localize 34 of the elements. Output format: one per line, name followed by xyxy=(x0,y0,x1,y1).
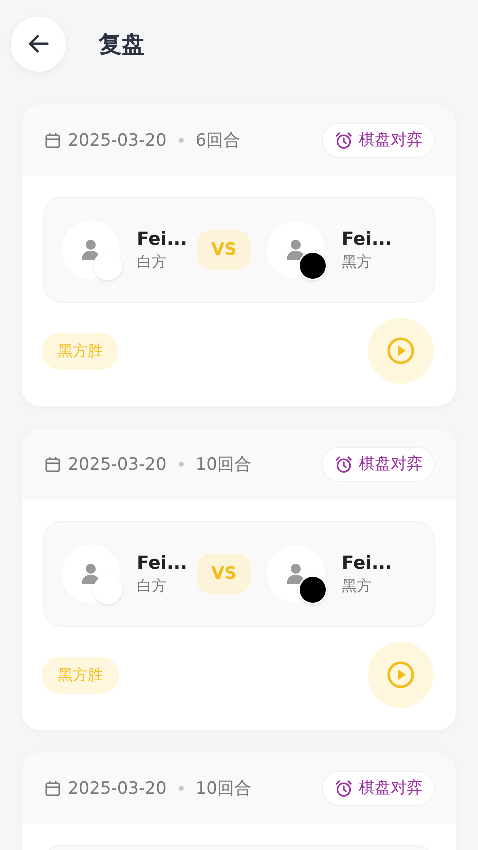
page-title: 复盘 xyxy=(99,30,145,60)
game-date: 2025-03-20 xyxy=(68,778,167,798)
player-name: Fei... xyxy=(342,552,392,574)
round-count: 10回合 xyxy=(196,454,252,476)
alarm-clock-icon xyxy=(334,130,354,150)
player-side: 白方 xyxy=(137,252,168,272)
calendar-icon xyxy=(44,132,62,150)
vs-badge: VS xyxy=(197,554,251,594)
player-name: Fei... xyxy=(137,552,188,574)
play-icon xyxy=(387,661,415,689)
player-side: 白方 xyxy=(137,576,168,596)
alarm-clock-icon xyxy=(334,778,354,798)
player-side: 黑方 xyxy=(342,252,373,272)
result-badge: 黑方胜 xyxy=(42,332,119,370)
vs-badge: VS xyxy=(197,230,251,270)
alarm-clock-icon xyxy=(334,454,354,474)
person-icon xyxy=(286,563,306,585)
round-count: 10回合 xyxy=(196,778,252,800)
result-badge: 黑方胜 xyxy=(42,656,119,694)
mode-label: 棋盘对弈 xyxy=(359,778,423,799)
person-icon xyxy=(81,563,101,585)
game-date: 2025-03-20 xyxy=(68,130,167,150)
calendar-icon xyxy=(44,780,62,798)
person-icon xyxy=(286,239,306,261)
player-name: Fei... xyxy=(342,228,392,250)
mode-label: 棋盘对弈 xyxy=(359,454,423,475)
person-icon xyxy=(81,239,101,261)
mode-label: 棋盘对弈 xyxy=(359,130,423,151)
player-side: 黑方 xyxy=(342,576,373,596)
game-date: 2025-03-20 xyxy=(68,454,167,474)
play-icon xyxy=(387,337,415,365)
calendar-icon xyxy=(44,456,62,474)
player-name: Fei... xyxy=(137,228,188,250)
round-count: 6回合 xyxy=(196,130,241,152)
